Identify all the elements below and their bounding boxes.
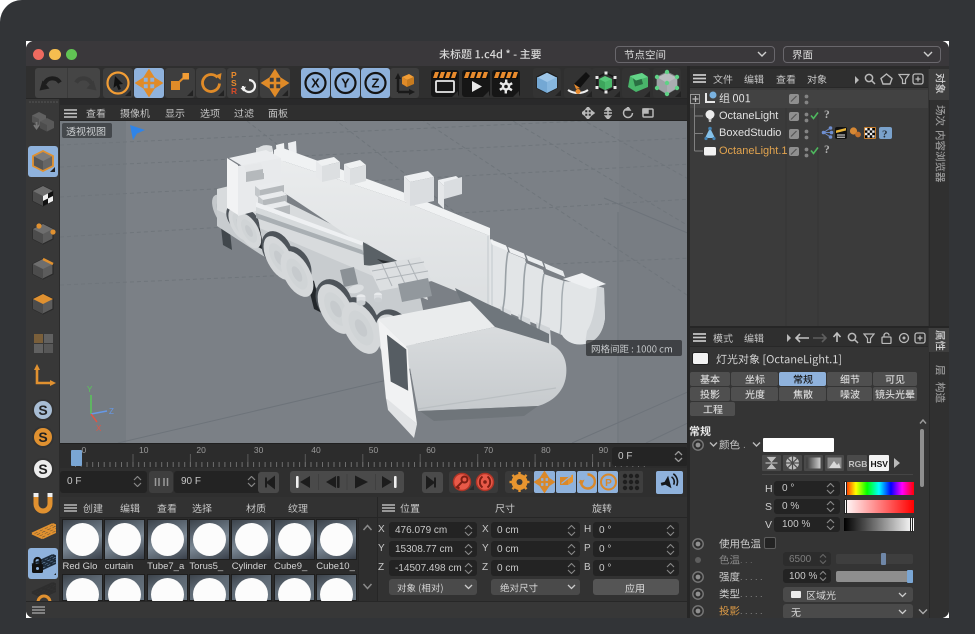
svg-text:Z: Z bbox=[109, 407, 114, 416]
svg-text:?: ? bbox=[824, 144, 830, 156]
svg-text:10: 10 bbox=[139, 445, 149, 455]
svg-text:80: 80 bbox=[541, 445, 551, 455]
svg-text:?: ? bbox=[882, 128, 888, 139]
svg-text:70: 70 bbox=[484, 445, 494, 455]
svg-text:S: S bbox=[38, 461, 47, 477]
svg-text:Y: Y bbox=[341, 76, 350, 91]
svg-text:40: 40 bbox=[311, 445, 321, 455]
svg-text:R: R bbox=[231, 86, 237, 96]
svg-text:Y: Y bbox=[87, 385, 93, 394]
svg-text:0: 0 bbox=[82, 445, 87, 455]
svg-text:X: X bbox=[311, 76, 320, 91]
svg-text:90: 90 bbox=[599, 445, 609, 455]
svg-text:50: 50 bbox=[369, 445, 379, 455]
svg-text:P: P bbox=[605, 478, 612, 489]
svg-text:X: X bbox=[96, 424, 102, 433]
svg-text:S: S bbox=[38, 402, 47, 418]
svg-text:S: S bbox=[38, 429, 47, 445]
svg-text:60: 60 bbox=[426, 445, 436, 455]
svg-text:Z: Z bbox=[372, 76, 380, 91]
svg-text:30: 30 bbox=[254, 445, 264, 455]
svg-text:?: ? bbox=[824, 109, 830, 121]
svg-text:20: 20 bbox=[196, 445, 206, 455]
